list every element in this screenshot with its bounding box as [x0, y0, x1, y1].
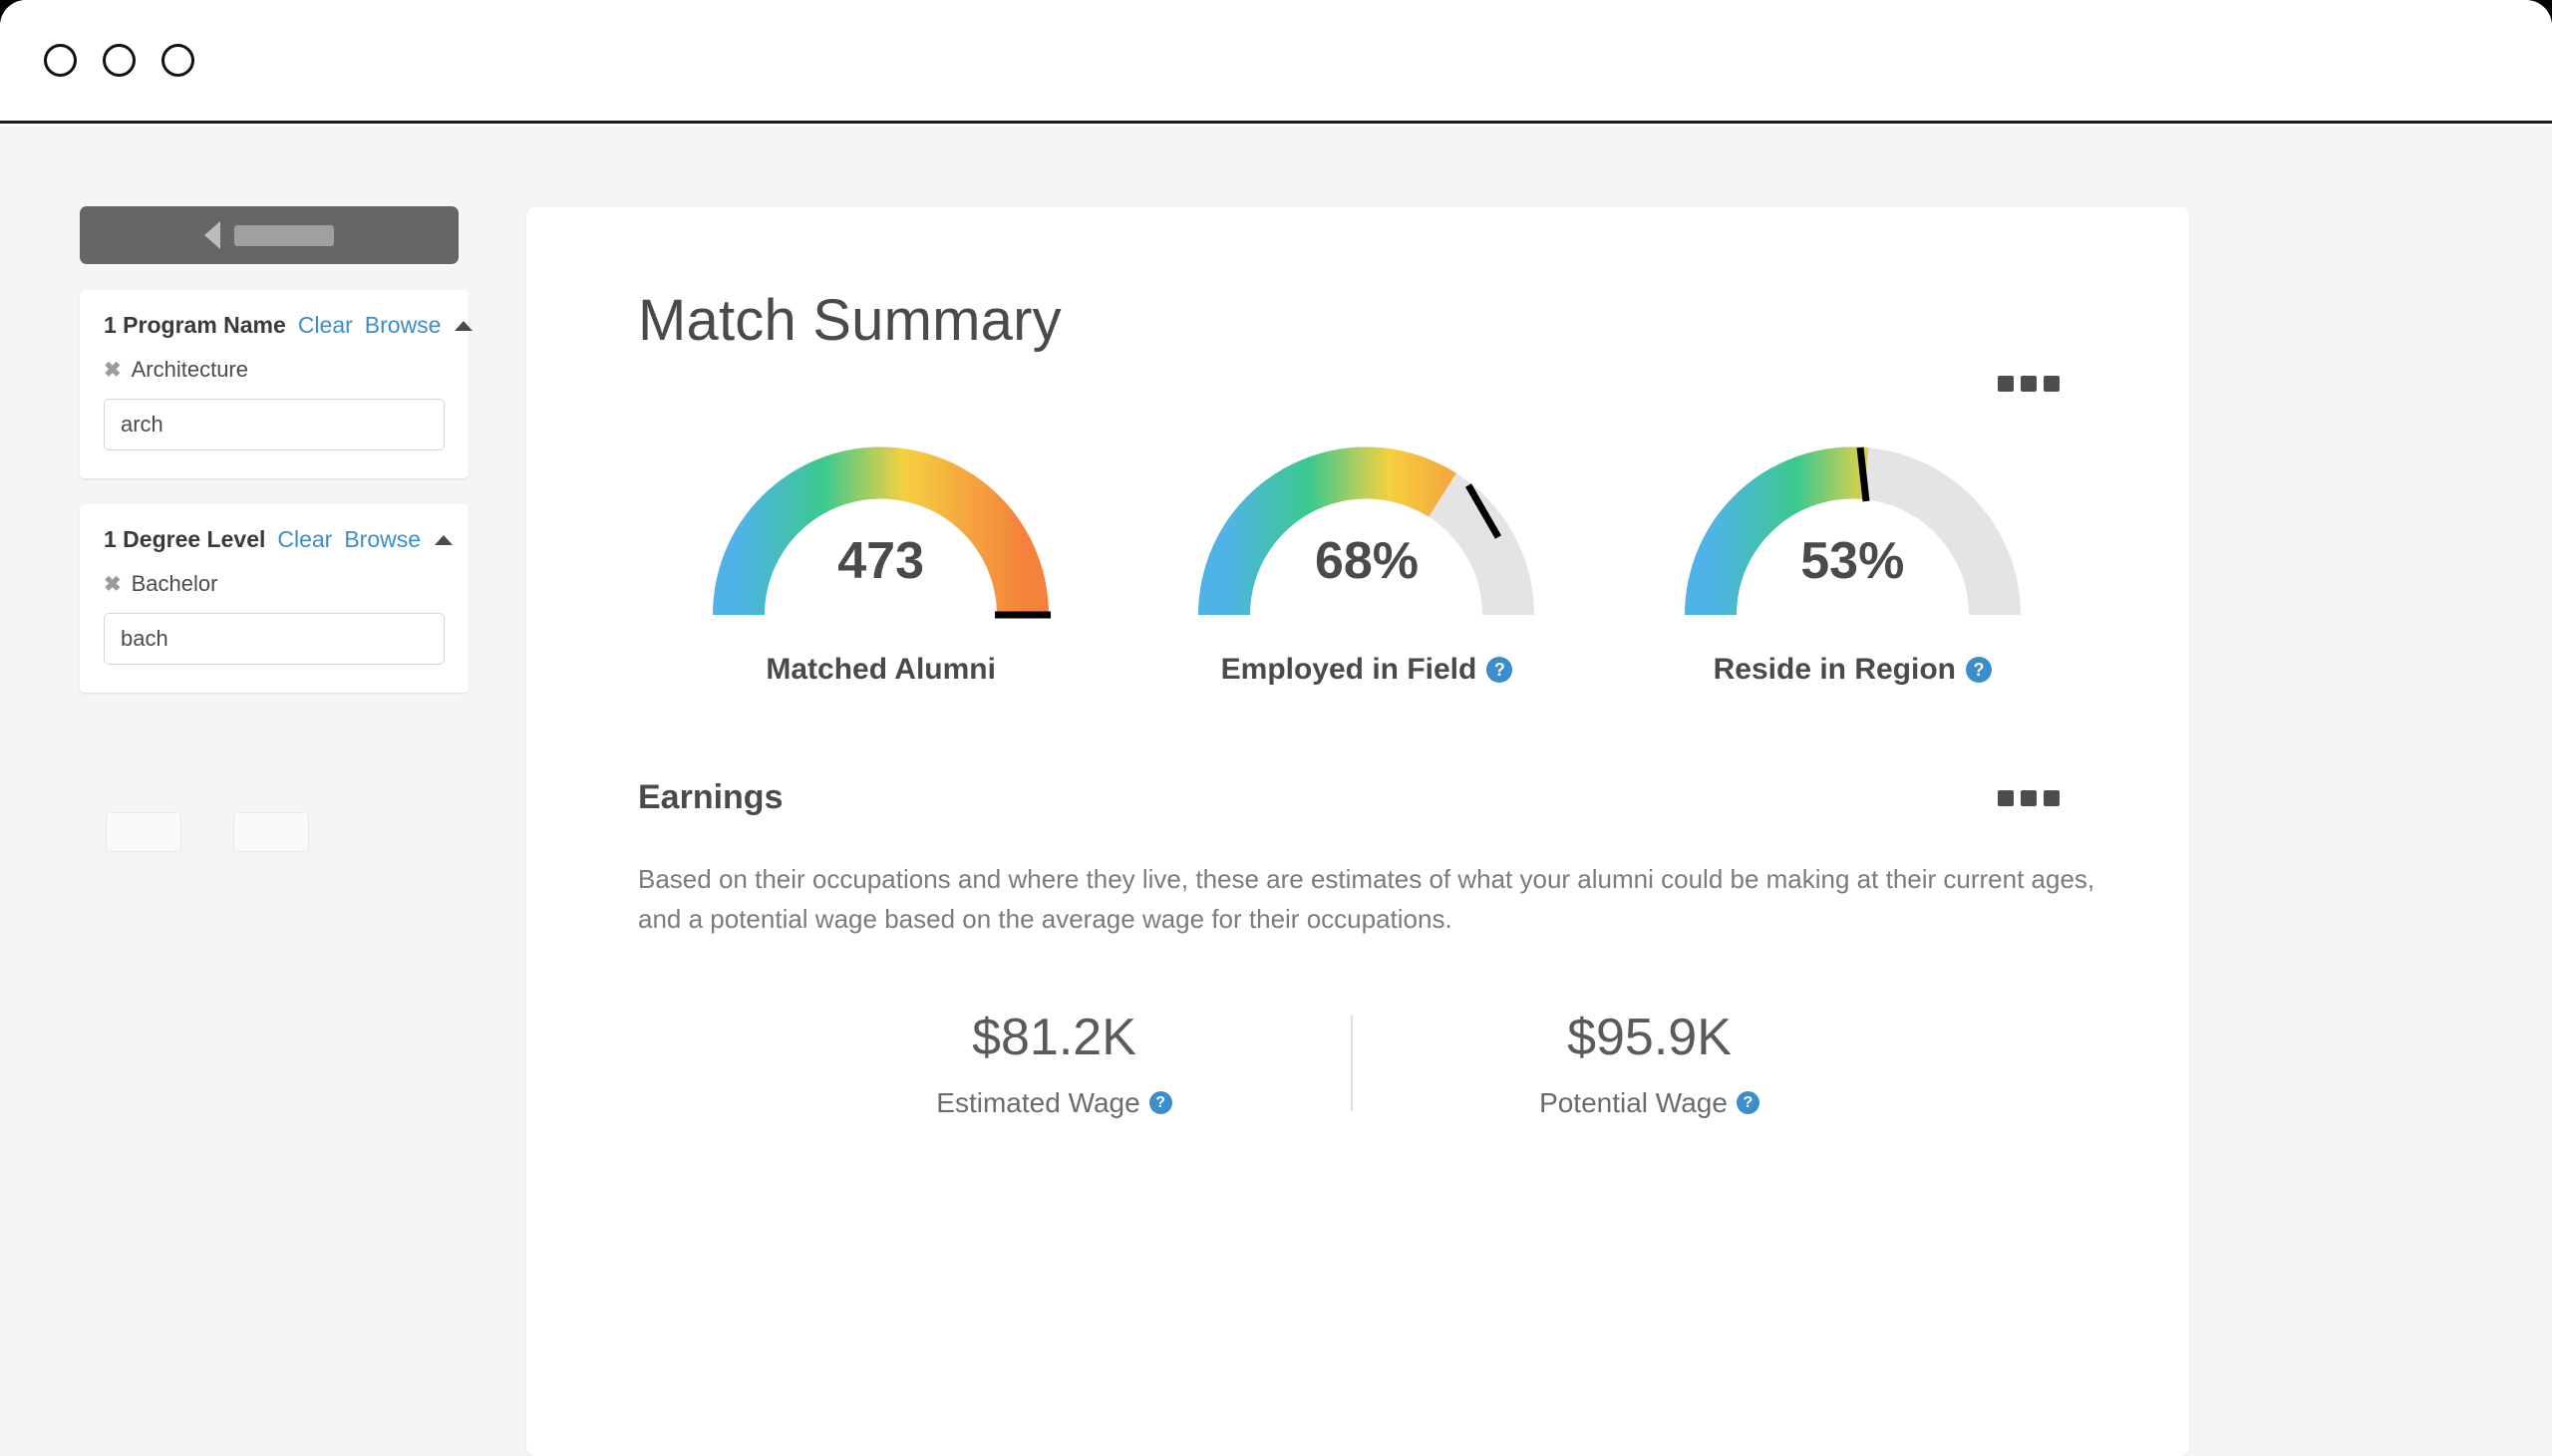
page-viewport: 1 Program Name Clear Browse ✖ Architectu… — [0, 127, 2552, 1456]
gauge-value-matched-alumni: 473 — [699, 531, 1063, 591]
wage-label-text: Estimated Wage — [936, 1087, 1139, 1119]
gauge-holder: 53% — [1671, 436, 2035, 625]
filter-card-program-name: 1 Program Name Clear Browse ✖ Architectu… — [80, 290, 469, 478]
remove-icon[interactable]: ✖ — [104, 572, 122, 597]
browse-program-name-link[interactable]: Browse — [365, 312, 442, 339]
help-icon-potential-wage[interactable]: ? — [1737, 1091, 1759, 1114]
minimize-button[interactable] — [103, 44, 136, 77]
match-summary-more-options-icon[interactable] — [1998, 376, 2060, 392]
gauge-label-text: Reside in Region — [1714, 653, 1956, 687]
filter-card-degree-level: 1 Degree Level Clear Browse ✖ Bachelor — [80, 504, 469, 693]
earnings-more-options-icon[interactable] — [1998, 790, 2060, 806]
wage-label-estimated: Estimated Wage ? — [936, 1087, 1171, 1119]
gauge-arc — [699, 436, 1063, 625]
earnings-header: Earnings — [638, 778, 2105, 817]
filter-title-degree-level: 1 Degree Level — [104, 526, 265, 553]
filter-rail-actions — [106, 812, 469, 852]
filter-rail: 1 Program Name Clear Browse ✖ Architectu… — [80, 206, 469, 852]
browser-window: 1 Program Name Clear Browse ✖ Architectu… — [0, 0, 2552, 1456]
gauge-group: 473 Matched Alumni — [638, 436, 2105, 687]
wage-amount-potential: $95.9K — [1567, 1008, 1732, 1067]
remove-icon[interactable]: ✖ — [104, 358, 122, 383]
filter-action-button-secondary[interactable] — [233, 812, 309, 852]
help-icon-estimated-wage[interactable]: ? — [1149, 1091, 1172, 1114]
gauge-holder: 473 — [699, 436, 1063, 625]
gauge-label-text: Employed in Field — [1221, 653, 1477, 687]
gauge-matched-alumni: 473 Matched Alumni — [638, 436, 1123, 687]
gauge-holder: 68% — [1184, 436, 1548, 625]
filter-rail-toolbar[interactable] — [80, 206, 459, 264]
selected-value-label: Architecture — [132, 357, 248, 383]
gauge-value-employed-in-field: 68% — [1184, 531, 1548, 591]
clear-filter-program-name-link[interactable]: Clear — [298, 312, 353, 339]
close-button[interactable] — [44, 44, 77, 77]
wage-label-text: Potential Wage — [1539, 1087, 1728, 1119]
help-icon-reside-in-region[interactable]: ? — [1966, 657, 1992, 683]
selected-value-bachelor: ✖ Bachelor — [104, 571, 445, 597]
earnings-title: Earnings — [638, 778, 783, 817]
earnings-description: Based on their occupations and where the… — [638, 859, 2105, 940]
chevron-up-icon[interactable] — [455, 321, 473, 331]
window-titlebar — [0, 0, 2552, 124]
match-summary-card: Match Summary — [526, 207, 2189, 1456]
filter-title-program-name: 1 Program Name — [104, 312, 286, 339]
help-icon-employed-in-field[interactable]: ? — [1486, 657, 1512, 683]
gauge-label-matched-alumni: Matched Alumni — [766, 653, 996, 687]
wages-group: $81.2K Estimated Wage ? $95.9K Potential… — [638, 1008, 2105, 1119]
filter-action-button-primary[interactable] — [106, 812, 181, 852]
gauge-label-employed-in-field: Employed in Field ? — [1221, 653, 1513, 687]
page-title: Match Summary — [638, 287, 2105, 354]
chevron-up-icon[interactable] — [435, 535, 453, 545]
filter-header: 1 Program Name Clear Browse — [104, 312, 445, 339]
wage-potential: $95.9K Potential Wage ? — [1353, 1008, 1946, 1119]
clear-filter-degree-level-link[interactable]: Clear — [277, 526, 332, 553]
gauge-arc — [1671, 436, 2035, 625]
gauge-label-reside-in-region: Reside in Region ? — [1714, 653, 1992, 687]
gauge-reside-in-region: 53% Reside in Region ? — [1610, 436, 2095, 687]
wage-label-potential: Potential Wage ? — [1539, 1087, 1759, 1119]
wage-estimated: $81.2K Estimated Wage ? — [758, 1008, 1351, 1119]
gauge-label-text: Matched Alumni — [766, 653, 996, 687]
gauge-arc — [1184, 436, 1548, 625]
maximize-button[interactable] — [161, 44, 194, 77]
drag-handle-icon[interactable] — [234, 225, 334, 246]
gauge-value-reside-in-region: 53% — [1671, 531, 2035, 591]
wage-amount-estimated: $81.2K — [972, 1008, 1136, 1067]
program-name-search-input[interactable] — [104, 399, 445, 450]
collapse-panel-icon[interactable] — [204, 221, 220, 249]
selected-value-label: Bachelor — [132, 571, 218, 597]
selected-value-architecture: ✖ Architecture — [104, 357, 445, 383]
filter-header: 1 Degree Level Clear Browse — [104, 526, 445, 553]
degree-level-search-input[interactable] — [104, 613, 445, 665]
match-summary-menu-row — [638, 376, 2105, 392]
browse-degree-level-link[interactable]: Browse — [344, 526, 421, 553]
window-controls — [44, 44, 194, 77]
gauge-employed-in-field: 68% Employed in Field ? — [1123, 436, 1609, 687]
